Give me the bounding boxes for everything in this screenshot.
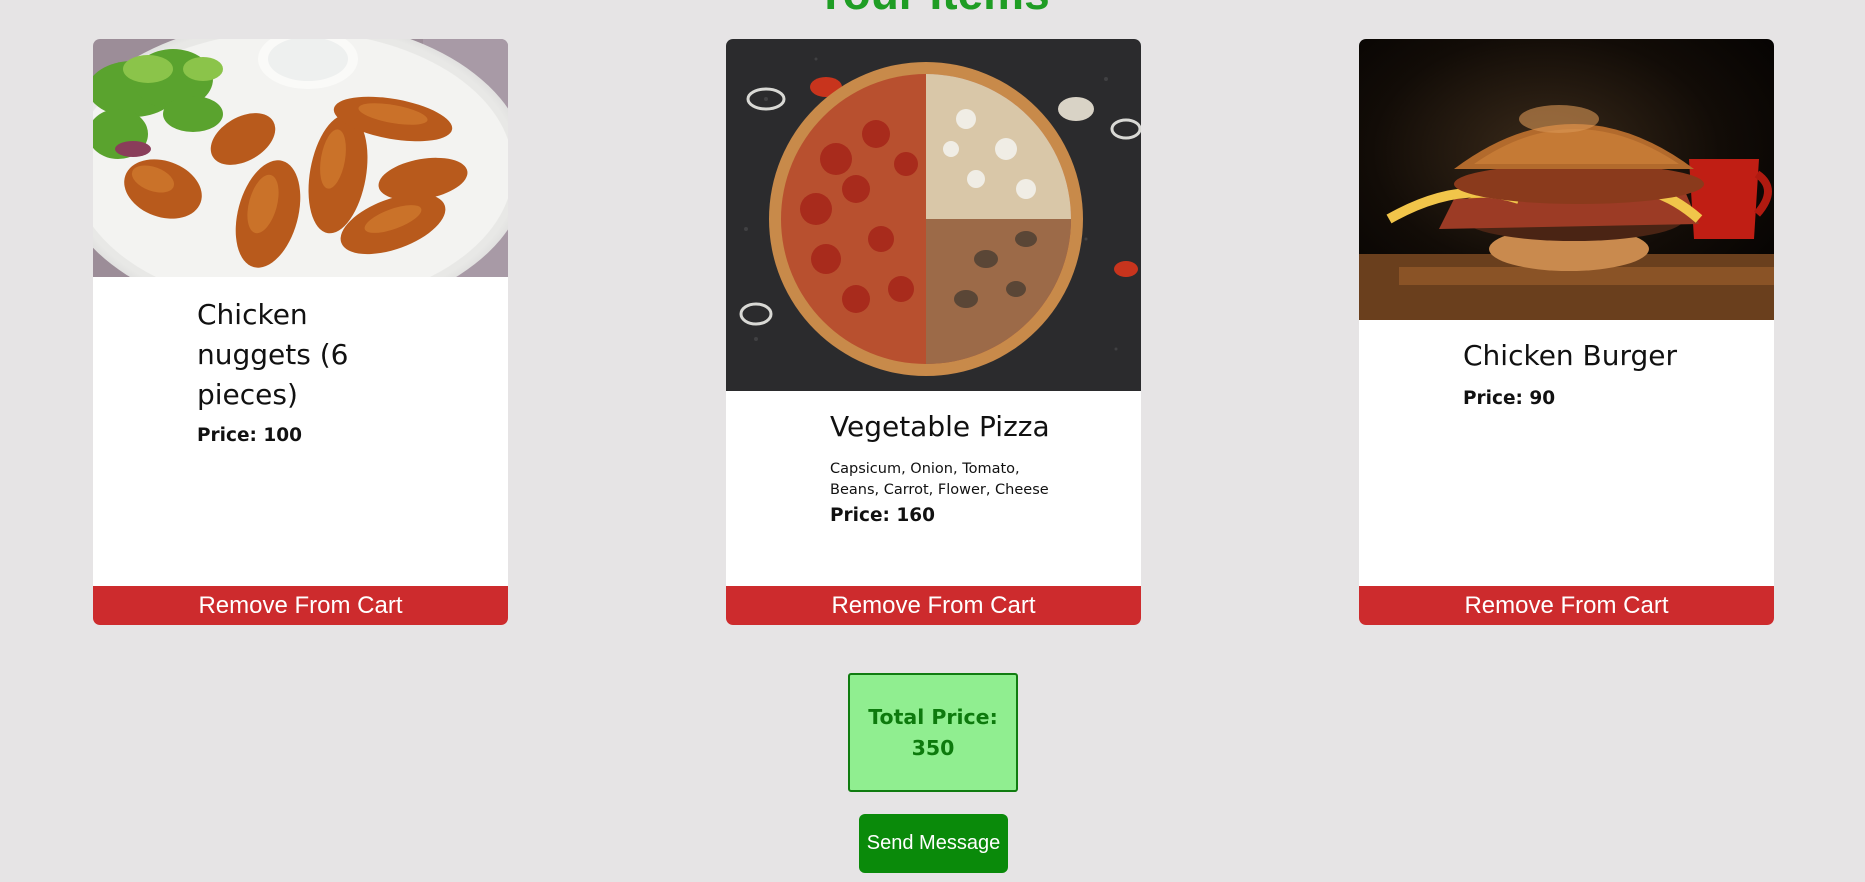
item-price: Price: 160 <box>830 505 935 526</box>
chicken-nuggets-image <box>93 39 508 277</box>
item-description: Capsicum, Onion, Tomato, Beans, Carrot, … <box>830 461 1049 498</box>
remove-from-cart-button[interactable]: Remove From Cart <box>93 586 508 625</box>
chicken-burger-image <box>1359 39 1774 320</box>
item-name: Chicken Burger <box>1463 339 1678 372</box>
vegetable-pizza-image <box>726 39 1141 391</box>
total-price-box: Total Price: 350 <box>848 673 1018 792</box>
send-message-button[interactable]: Send Message <box>859 814 1008 873</box>
item-price: Price: 90 <box>1463 388 1556 409</box>
total-price: Total Price: 350 <box>868 704 998 760</box>
item-name: Chicken nuggets (6 pieces) <box>197 298 349 411</box>
cart-item-card: Chicken Burger Price: 90 Remove From Car… <box>1359 39 1774 625</box>
cart-item-card: Chicken nuggets (6 pieces) Price: 100 Re… <box>93 39 508 625</box>
page-title: Your Items <box>0 0 1865 16</box>
cart-item-card: Vegetable Pizza Capsicum, Onion, Tomato,… <box>726 39 1141 625</box>
item-name: Vegetable Pizza <box>830 410 1050 443</box>
remove-from-cart-button[interactable]: Remove From Cart <box>1359 586 1774 625</box>
remove-from-cart-button[interactable]: Remove From Cart <box>726 586 1141 625</box>
item-price: Price: 100 <box>197 425 302 446</box>
